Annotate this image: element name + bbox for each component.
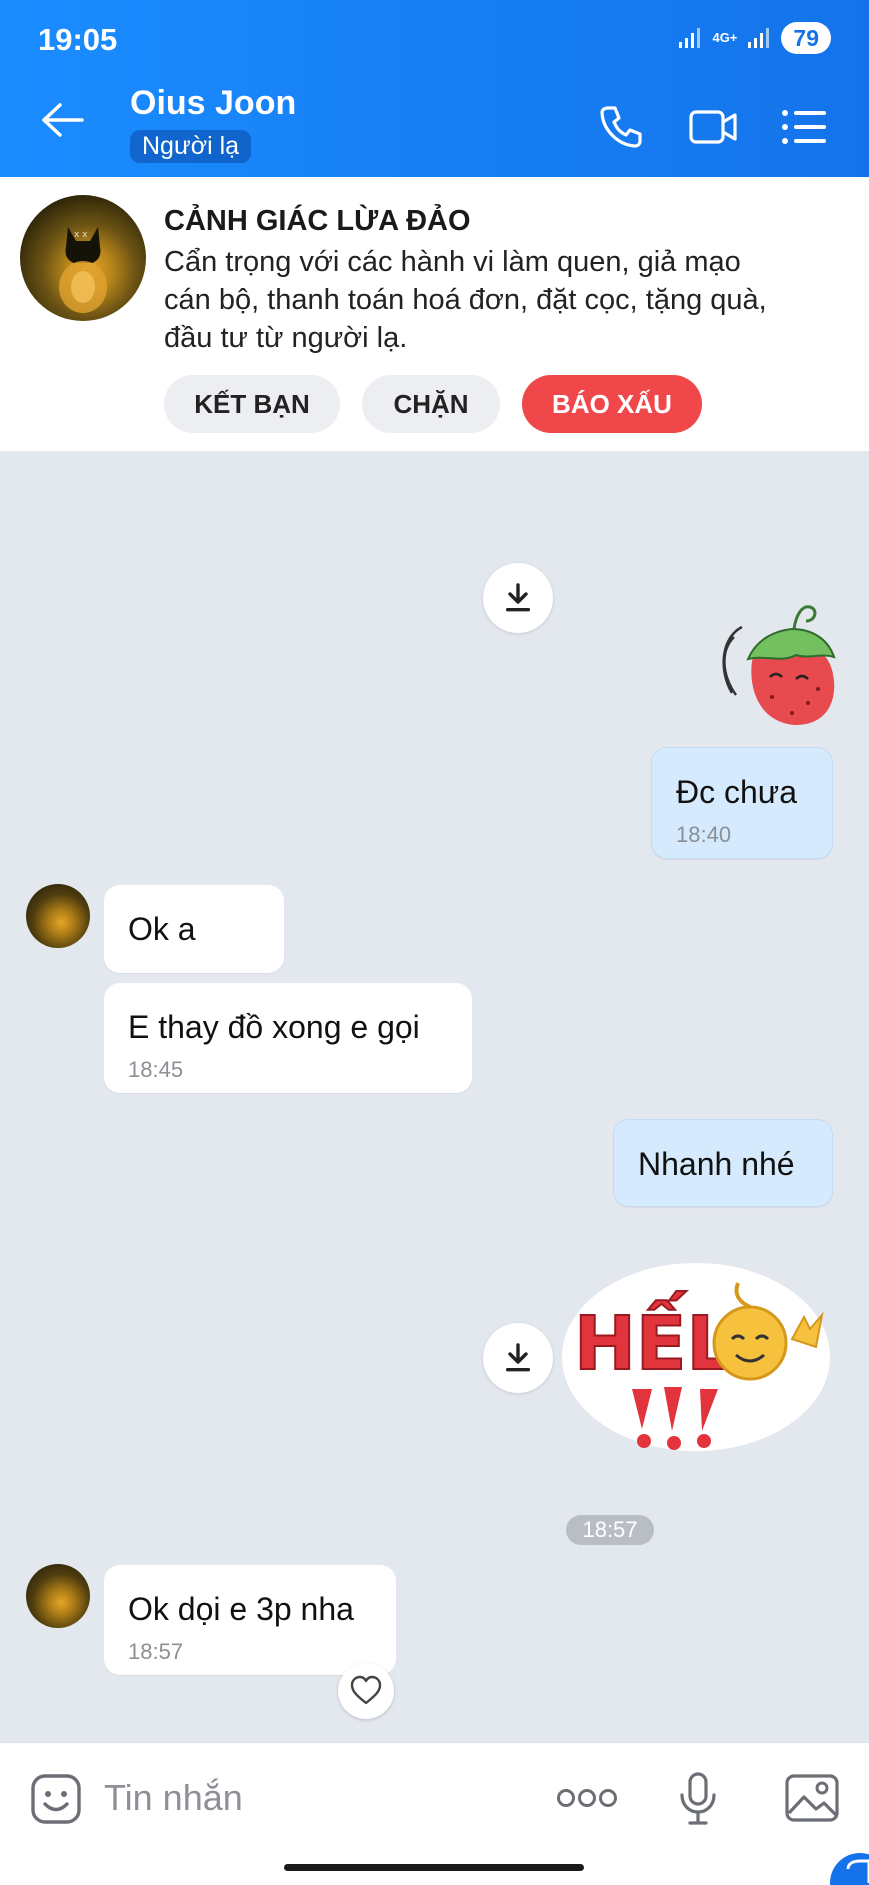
- contact-name[interactable]: Oius Joon: [130, 84, 296, 123]
- chat-bubble-fab-icon[interactable]: [830, 1853, 869, 1885]
- svg-text:x x: x x: [74, 230, 88, 240]
- signal-icon: [679, 28, 701, 48]
- strawberry-sticker[interactable]: [712, 597, 836, 729]
- block-button[interactable]: CHẶN: [362, 375, 500, 433]
- their-message-bubble[interactable]: Ok dọi e 3p nha 18:57: [104, 1565, 396, 1675]
- message-time: 18:45: [128, 1057, 184, 1082]
- message-time: 18:40: [676, 822, 732, 847]
- add-friend-button[interactable]: KẾT BẠN: [164, 375, 340, 433]
- warning-title: CẢNH GIÁC LỪA ĐẢO: [164, 205, 471, 237]
- my-message-bubble[interactable]: Đc chưa 18:40: [651, 747, 833, 859]
- message-text: E thay đồ xong e gọi: [128, 1009, 420, 1045]
- scam-warning-banner: x x CẢNH GIÁC LỪA ĐẢO Cẩn trọng với các …: [0, 177, 869, 451]
- more-options-icon[interactable]: [556, 1787, 618, 1809]
- home-indicator[interactable]: [284, 1864, 584, 1871]
- sender-avatar[interactable]: [26, 884, 90, 948]
- report-button[interactable]: BÁO XẤU: [522, 375, 702, 433]
- microphone-icon[interactable]: [678, 1771, 718, 1827]
- cat-avatar-icon: x x: [59, 227, 107, 313]
- download-icon: [506, 583, 530, 612]
- warning-line: cán bộ, thanh toán hoá đơn, đặt cọc, tặn…: [164, 284, 767, 316]
- their-message-bubble[interactable]: E thay đồ xong e gọi 18:45: [104, 983, 472, 1093]
- battery-level: 79: [781, 22, 831, 54]
- message-text: Ok a: [128, 911, 196, 947]
- download-sticker-button[interactable]: [483, 563, 553, 633]
- contact-avatar[interactable]: x x: [20, 195, 146, 321]
- stranger-badge: Người lạ: [130, 130, 252, 163]
- react-button[interactable]: [338, 1663, 394, 1719]
- message-list[interactable]: Đc chưa 18:40 Ok a E thay đồ xong e gọi …: [0, 451, 869, 1742]
- list-menu-icon[interactable]: [780, 104, 828, 150]
- emoji-icon[interactable]: [30, 1773, 82, 1825]
- signal-icon-2: [748, 28, 770, 48]
- warning-line: đầu tư từ người lạ.: [164, 322, 408, 354]
- warning-text: Cẩn trọng với các hành vi làm quen, giả …: [164, 243, 844, 357]
- video-call-icon[interactable]: [688, 104, 738, 150]
- status-time: 19:05: [38, 22, 118, 57]
- their-message-bubble[interactable]: Ok a: [104, 885, 284, 973]
- message-text: Ok dọi e 3p nha: [128, 1591, 354, 1627]
- sender-avatar[interactable]: [26, 1564, 90, 1628]
- message-time: 18:57: [128, 1639, 184, 1664]
- network-type: 4G+: [712, 30, 738, 45]
- warning-line: Cẩn trọng với các hành vi làm quen, giả …: [164, 246, 741, 278]
- download-sticker-button[interactable]: [483, 1323, 553, 1393]
- back-arrow-icon[interactable]: [40, 102, 84, 138]
- top-header: 19:05 4G+ 79 Oius Joon Người lạ: [0, 0, 869, 177]
- message-text: Đc chưa: [676, 774, 798, 810]
- message-input[interactable]: Tin nhắn: [104, 1777, 243, 1819]
- phone-icon[interactable]: [598, 104, 644, 150]
- download-icon: [506, 1343, 530, 1372]
- image-gallery-icon[interactable]: [784, 1773, 840, 1823]
- heart-icon: [350, 1675, 382, 1705]
- sticker-text: HẾL: [574, 1290, 734, 1387]
- time-separator: 18:57: [566, 1515, 654, 1545]
- status-icons: 4G+ 79: [678, 22, 831, 54]
- message-text: Nhanh nhé: [638, 1146, 795, 1182]
- hello-sticker[interactable]: HẾL: [560, 1259, 832, 1455]
- my-message-bubble[interactable]: Nhanh nhé: [613, 1119, 833, 1207]
